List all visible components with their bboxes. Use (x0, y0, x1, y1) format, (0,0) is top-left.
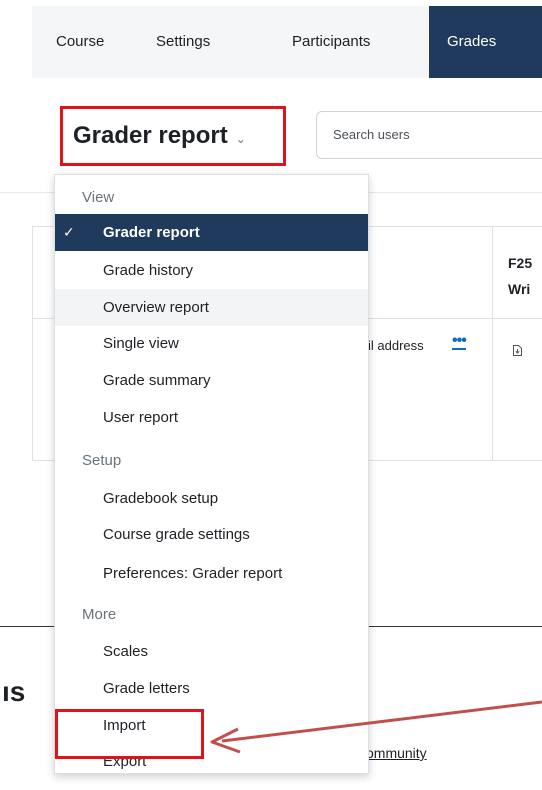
report-dropdown-menu: View ✓ Grader report Grade history Overv… (54, 174, 369, 774)
tab-grades[interactable]: Grades (429, 6, 542, 78)
tab-settings[interactable]: Settings (156, 6, 210, 78)
column-header-line-1: F25 (508, 255, 533, 271)
menu-item-grade-summary[interactable]: Grade summary (55, 362, 368, 399)
menu-item-user-report[interactable]: User report (55, 399, 368, 436)
menu-item-export[interactable]: Export (55, 743, 368, 780)
footer-community-link[interactable]: ommunity (366, 745, 427, 761)
menu-item-label: Overview report (103, 299, 209, 316)
course-navigation: Course Settings Participants Grades (32, 6, 542, 78)
grade-item-column-header[interactable]: F25 Wri (508, 250, 532, 302)
menu-item-label: Scales (103, 643, 149, 660)
report-selector-label: Grader report (73, 122, 228, 149)
group-label-view: View (82, 189, 115, 206)
table-left-border (32, 226, 33, 460)
menu-item-label: Grade letters (103, 680, 190, 697)
menu-item-label: Single view (103, 335, 179, 352)
chevron-down-icon: ⌄ (235, 132, 246, 146)
search-placeholder: Search users (333, 127, 410, 142)
search-users-input[interactable]: Search users (316, 111, 542, 159)
tab-participants[interactable]: Participants (292, 6, 370, 78)
menu-item-overview-report[interactable]: Overview report (55, 289, 368, 326)
menu-item-label: Grade history (103, 262, 194, 279)
menu-item-single-view[interactable]: Single view (55, 325, 368, 362)
menu-item-preferences-grader-report[interactable]: Preferences: Grader report (55, 555, 368, 592)
menu-item-label: Grader report (103, 224, 200, 241)
report-selector-button[interactable]: Grader report ⌄ (60, 106, 286, 166)
check-icon: ✓ (63, 224, 75, 240)
more-actions-icon[interactable]: ••• (452, 333, 467, 350)
menu-item-label: Preferences: Grader report (103, 565, 283, 582)
group-label-setup: Setup (82, 452, 122, 469)
menu-item-grade-letters[interactable]: Grade letters (55, 670, 368, 707)
menu-item-label: Grade summary (103, 372, 211, 389)
menu-item-label: Export (103, 753, 147, 770)
menu-item-course-grade-settings[interactable]: Course grade settings (55, 516, 368, 553)
tab-course[interactable]: Course (56, 6, 104, 78)
table-column-border (492, 226, 493, 460)
menu-item-label: Gradebook setup (103, 490, 219, 507)
menu-item-label: Import (103, 717, 146, 734)
menu-item-gradebook-setup[interactable]: Gradebook setup (55, 480, 368, 517)
menu-item-scales[interactable]: Scales (55, 633, 368, 670)
footer-heading: ıs (2, 676, 26, 707)
menu-item-label: Course grade settings (103, 526, 250, 543)
menu-item-import[interactable]: Import (55, 707, 368, 744)
column-header-line-2: Wri (508, 281, 531, 297)
menu-item-grade-history[interactable]: Grade history (55, 252, 368, 289)
menu-item-label: User report (103, 409, 179, 426)
menu-item-grader-report[interactable]: ✓ Grader report (55, 214, 368, 251)
grade-cell-icon[interactable] (512, 344, 523, 357)
grades-page: Course Settings Participants Grades Grad… (0, 0, 542, 790)
group-label-more: More (82, 606, 117, 623)
email-column-label: il address (368, 338, 424, 353)
